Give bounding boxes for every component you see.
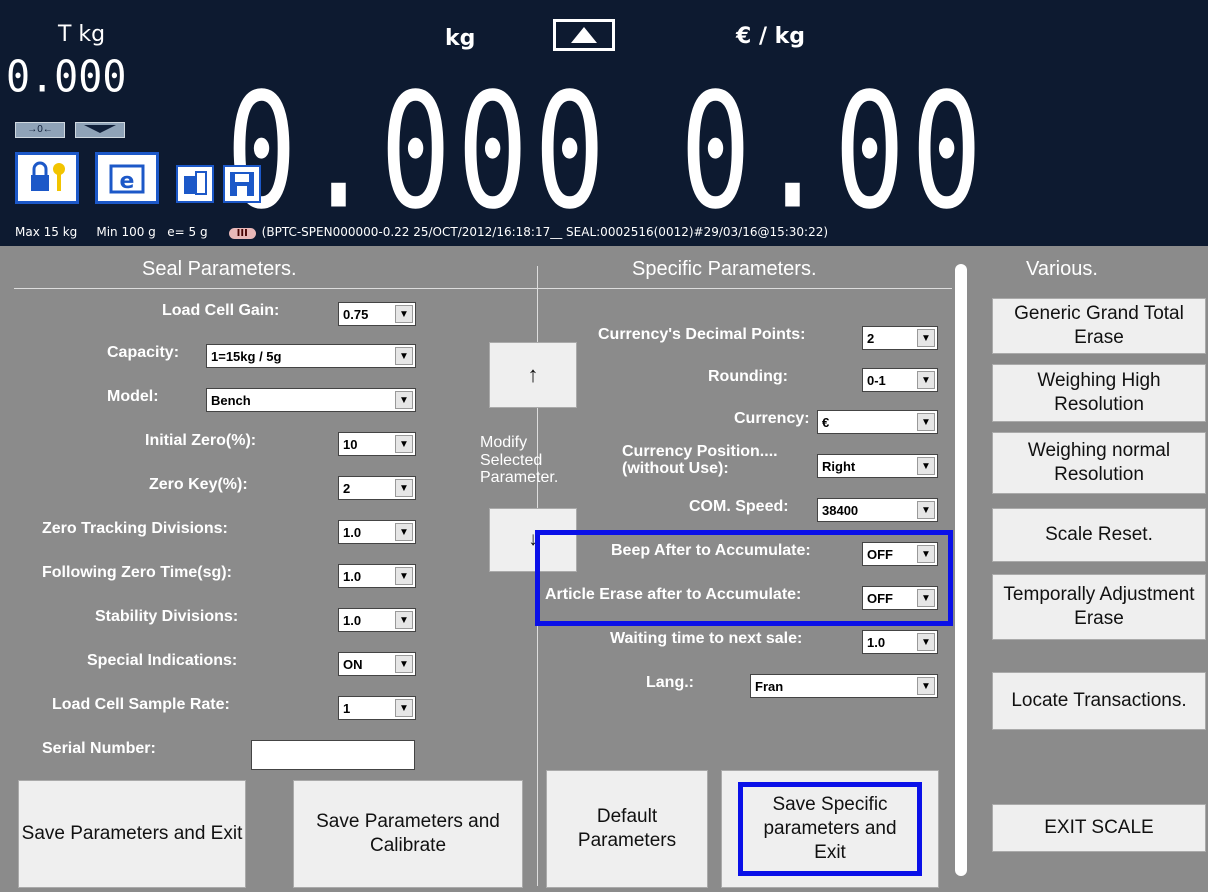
- chevron-down-icon: ▼: [395, 611, 413, 629]
- min-capacity: Min 100 g: [96, 225, 156, 239]
- seal-parameters-title: Seal Parameters.: [142, 258, 297, 280]
- exit-scale-button[interactable]: EXIT SCALE: [992, 804, 1206, 852]
- up-triangle-icon: [571, 27, 597, 43]
- document-icon[interactable]: [176, 165, 214, 203]
- com-speed-label: COM. Speed:: [689, 498, 789, 515]
- scale-info-line: Max 15 kg Min 100 g e= 5 g III (BPTC-SPE…: [15, 225, 828, 239]
- weight-value: 0.000: [226, 58, 612, 245]
- seal-info: (BPTC-SPEN000000-0.22 25/OCT/2012/16:18:…: [261, 225, 829, 239]
- price-value: 0.00: [680, 58, 989, 245]
- com-speed-select[interactable]: 38400 ▼: [817, 498, 938, 522]
- sample-rate-select[interactable]: 1 ▼: [338, 696, 416, 720]
- zero-key-select[interactable]: 2 ▼: [338, 476, 416, 500]
- chevron-down-icon: ▼: [395, 567, 413, 585]
- chevron-down-icon: ▼: [917, 501, 935, 519]
- zero-tracking-select[interactable]: 1.0 ▼: [338, 520, 416, 544]
- capacity-select[interactable]: 1=15kg / 5g ▼: [206, 344, 416, 368]
- save-parameters-calibrate-button[interactable]: Save Parameters and Calibrate: [293, 780, 523, 888]
- modify-selected-label: Modify Selected Parameter.: [480, 434, 559, 487]
- save-specific-exit-button[interactable]: Save Specific parameters and Exit: [721, 770, 939, 888]
- scrollbar[interactable]: [955, 264, 967, 876]
- svg-text:e: e: [120, 169, 135, 194]
- chevron-down-icon: ▼: [917, 371, 935, 389]
- following-zero-select[interactable]: 1.0 ▼: [338, 564, 416, 588]
- lang-label: Lang.:: [646, 674, 694, 691]
- special-indications-label: Special Indications:: [87, 652, 238, 669]
- rounding-select[interactable]: 0-1 ▼: [862, 368, 938, 392]
- chevron-down-icon: ▼: [917, 413, 935, 431]
- decimal-points-label: Currency's Decimal Points:: [598, 326, 806, 343]
- chevron-down-icon: ▼: [395, 435, 413, 453]
- lang-select[interactable]: Fran ▼: [750, 674, 938, 698]
- grand-total-erase-button[interactable]: Generic Grand Total Erase: [992, 298, 1206, 354]
- chevron-down-icon: ▼: [395, 347, 413, 365]
- currency-select[interactable]: € ▼: [817, 410, 938, 434]
- chevron-down-icon: ▼: [917, 457, 935, 475]
- stability-divisions-label: Stability Divisions:: [95, 608, 239, 625]
- chevron-down-icon: ▼: [395, 391, 413, 409]
- chevron-down-icon: ▼: [395, 479, 413, 497]
- highlight-box: [535, 530, 953, 626]
- specific-parameters-title: Specific Parameters.: [632, 258, 817, 280]
- locate-transactions-button[interactable]: Locate Transactions.: [992, 672, 1206, 730]
- save-parameters-exit-button[interactable]: Save Parameters and Exit: [18, 780, 246, 888]
- waiting-time-select[interactable]: 1.0 ▼: [862, 630, 938, 654]
- default-parameters-button[interactable]: Default Parameters: [546, 770, 708, 888]
- division: e= 5 g: [167, 225, 208, 239]
- currency-position-select[interactable]: Right ▼: [817, 454, 938, 478]
- model-label: Model:: [107, 388, 159, 405]
- tare-value: 0.000: [6, 52, 127, 103]
- zero-tracking-label: Zero Tracking Divisions:: [42, 520, 228, 537]
- stability-divisions-select[interactable]: 1.0 ▼: [338, 608, 416, 632]
- accuracy-class-badge: III: [228, 228, 256, 239]
- tare-unit: T kg: [58, 22, 106, 47]
- section-divider: [14, 288, 952, 289]
- weighing-normal-resolution-button[interactable]: Weighing normal Resolution: [992, 432, 1206, 494]
- zero-indicator: →0←: [15, 122, 65, 138]
- load-cell-gain-label: Load Cell Gain:: [162, 302, 280, 319]
- rounding-label: Rounding:: [708, 368, 788, 385]
- currency-label: Currency:: [734, 410, 810, 427]
- serial-number-label: Serial Number:: [42, 740, 156, 757]
- scale-display: T kg 0.000 kg € / kg 0.000 0.00 →0← e Ma…: [0, 0, 1208, 246]
- waiting-time-label: Waiting time to next sale:: [610, 630, 803, 647]
- price-unit: € / kg: [736, 24, 806, 49]
- chevron-down-icon: ▼: [917, 677, 935, 695]
- chevron-down-icon: ▼: [395, 523, 413, 541]
- scale-reset-button[interactable]: Scale Reset.: [992, 508, 1206, 562]
- currency-position-label: Currency Position.... (without Use):: [622, 443, 778, 477]
- move-up-button[interactable]: ↑: [489, 342, 577, 408]
- initial-zero-label: Initial Zero(%):: [145, 432, 257, 449]
- capacity-label: Capacity:: [107, 344, 180, 361]
- chevron-down-icon: ▼: [917, 633, 935, 651]
- chevron-down-icon: ▼: [917, 329, 935, 347]
- lock-key-icon[interactable]: [15, 152, 79, 204]
- various-title: Various.: [1026, 258, 1098, 280]
- load-cell-gain-select[interactable]: 0.75 ▼: [338, 302, 416, 326]
- parameters-panel: Seal Parameters. Specific Parameters. Va…: [0, 246, 1208, 892]
- save-disk-icon[interactable]: [223, 165, 261, 203]
- model-select[interactable]: Bench ▼: [206, 388, 416, 412]
- weight-unit: kg: [445, 26, 476, 51]
- initial-zero-select[interactable]: 10 ▼: [338, 432, 416, 456]
- sample-rate-label: Load Cell Sample Rate:: [52, 696, 230, 713]
- following-zero-label: Following Zero Time(sg):: [42, 564, 232, 581]
- max-capacity: Max 15 kg: [15, 225, 78, 239]
- decimal-points-select[interactable]: 2 ▼: [862, 326, 938, 350]
- chevron-down-icon: ▼: [395, 699, 413, 717]
- label-e-icon[interactable]: e: [95, 152, 159, 204]
- chevron-down-icon: ▼: [395, 305, 413, 323]
- stable-indicator-icon: [75, 122, 125, 138]
- special-indications-select[interactable]: ON ▼: [338, 652, 416, 676]
- price-mode-toggle[interactable]: [553, 19, 615, 51]
- zero-key-label: Zero Key(%):: [149, 476, 248, 493]
- temporally-adjustment-erase-button[interactable]: Temporally Adjustment Erase: [992, 574, 1206, 640]
- weighing-high-resolution-button[interactable]: Weighing High Resolution: [992, 364, 1206, 422]
- chevron-down-icon: ▼: [395, 655, 413, 673]
- serial-number-input[interactable]: [251, 740, 415, 770]
